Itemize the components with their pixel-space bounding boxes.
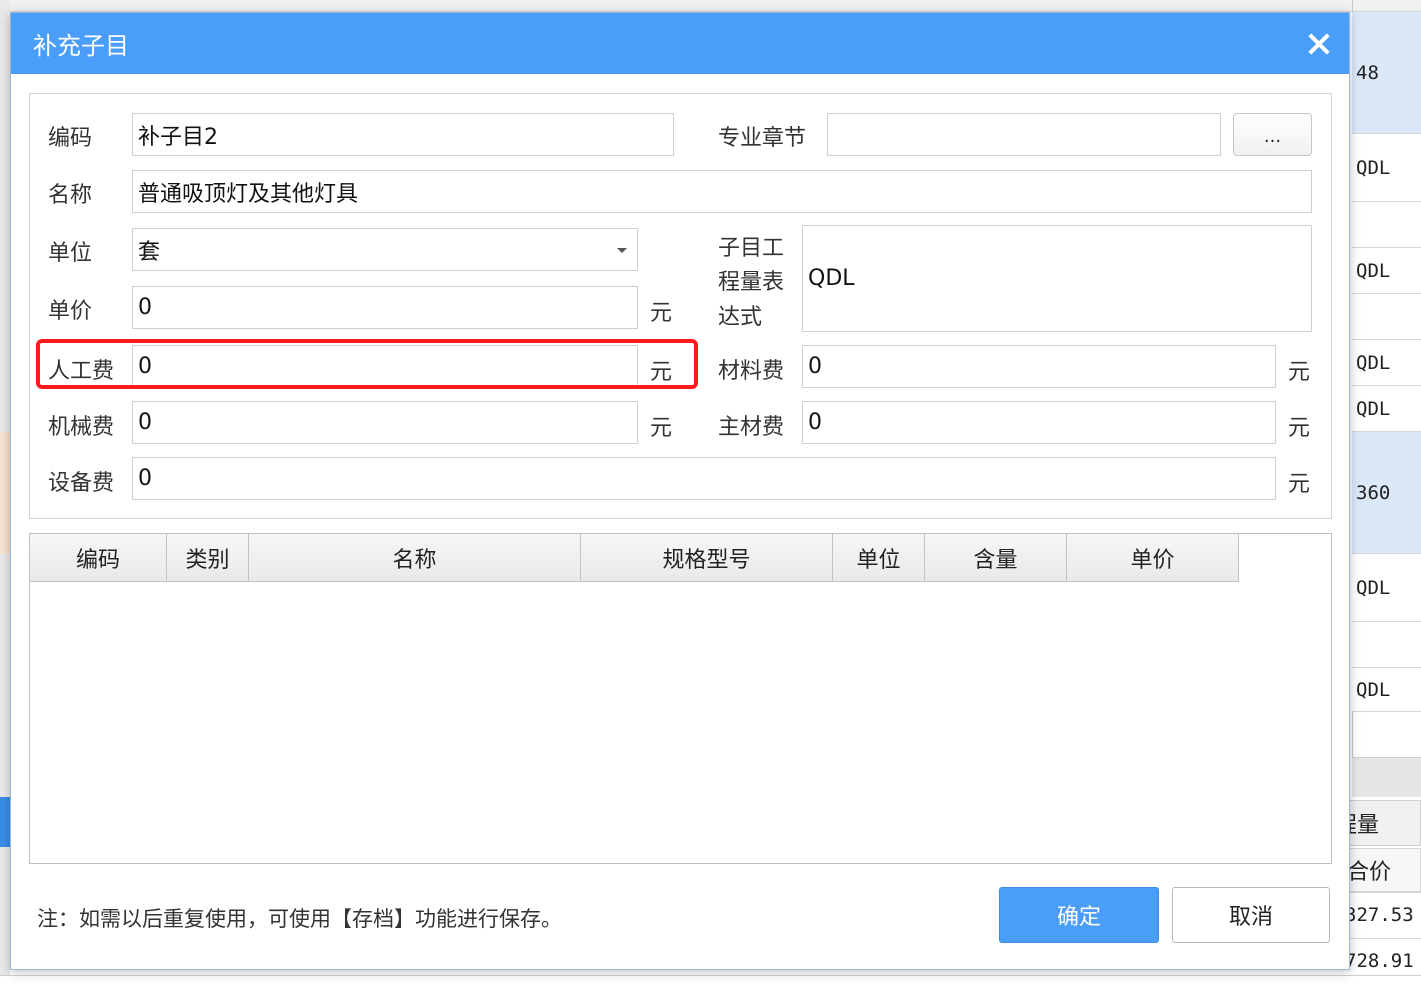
name-input[interactable]: 普通吸顶灯及其他灯具 (132, 170, 1312, 213)
background-cell (1352, 622, 1421, 668)
quantity-expression-input[interactable]: QDL (802, 225, 1312, 332)
archive-note: 注：如需以后重复使用，可使用【存档】功能进行保存。 (37, 907, 562, 931)
grid-header-name[interactable]: 名称 (249, 534, 581, 582)
close-icon[interactable] (1307, 32, 1331, 56)
ok-button[interactable]: 确定 (999, 887, 1159, 943)
background-cell: QDL (1352, 248, 1421, 294)
unit-price-input[interactable]: 0 (132, 286, 638, 329)
code-input[interactable]: 补子目2 (132, 113, 674, 156)
machine-cost-label: 机械费 (48, 415, 115, 440)
unit-price-label: 单价 (48, 299, 93, 324)
chapter-browse-button[interactable]: ... (1233, 113, 1312, 156)
material-cost-input[interactable]: 0 (802, 345, 1276, 388)
background-left-tab (0, 797, 10, 847)
background-cell: QDL (1352, 554, 1421, 622)
background-value-text: 327.53 (1345, 903, 1414, 926)
dialog-titlebar[interactable]: 补充子目 (11, 13, 1349, 74)
labor-cost-label: 人工费 (48, 359, 115, 384)
unit-label: 单位 (48, 241, 93, 266)
background-cell (1352, 202, 1421, 248)
main-material-cost-input[interactable]: 0 (802, 401, 1276, 444)
grid-header-spec[interactable]: 规格型号 (581, 534, 833, 582)
background-cell: 48 (1352, 12, 1421, 134)
background-cell-text: QDL (1356, 397, 1391, 420)
background-toolbar (0, 0, 1421, 12)
background-cell: QDL (1352, 340, 1421, 386)
background-cell-text: QDL (1356, 678, 1391, 701)
expression-label-line2: 程量表 (718, 270, 785, 295)
background-scrollbar (1352, 757, 1421, 797)
equipment-cost-label: 设备费 (48, 471, 115, 496)
labor-cost-currency: 元 (650, 360, 673, 385)
grid-header-code[interactable]: 编码 (30, 534, 167, 582)
background-bottom-row (0, 975, 1421, 1002)
background-cell: QDL (1352, 134, 1421, 202)
grid-header-category[interactable]: 类别 (167, 534, 249, 582)
unit-select[interactable]: 套 (132, 228, 638, 271)
background-cell-text: QDL (1356, 351, 1391, 374)
background-left-highlight (0, 432, 10, 554)
main-material-cost-currency: 元 (1288, 416, 1311, 441)
chevron-down-icon[interactable] (617, 248, 627, 253)
unit-select-value: 套 (138, 239, 161, 265)
supplement-item-dialog: 补充子目 编码 补子目2 专业章节 ... 名称 普通吸顶灯及其他灯具 单位 套… (10, 12, 1350, 970)
equipment-cost-input[interactable]: 0 (132, 457, 1276, 500)
background-subheader-text: 合价 (1347, 860, 1392, 885)
background-cell-text: QDL (1356, 259, 1391, 282)
background-value-text: 728.91 (1345, 949, 1414, 972)
background-value-cell: 327.53 (1345, 892, 1421, 936)
material-cost-label: 材料费 (718, 359, 785, 384)
form-panel: 编码 补子目2 专业章节 ... 名称 普通吸顶灯及其他灯具 单位 套 子目工 … (29, 93, 1332, 519)
grid-header-unit[interactable]: 单位 (833, 534, 925, 582)
expression-label-line3: 达式 (718, 305, 763, 330)
background-cell-text: 48 (1356, 61, 1379, 84)
grid-header-row: 编码 类别 名称 规格型号 单位 含量 单价 (30, 534, 1239, 582)
chapter-label: 专业章节 (718, 126, 807, 151)
labor-cost-input[interactable]: 0 (132, 345, 638, 388)
background-cell (1352, 294, 1421, 340)
machine-cost-currency: 元 (650, 416, 673, 441)
chapter-input[interactable] (827, 113, 1221, 156)
resource-grid: 编码 类别 名称 规格型号 单位 含量 单价 (29, 533, 1332, 864)
background-cell-text: QDL (1356, 156, 1391, 179)
background-cell: QDL (1352, 668, 1421, 712)
equipment-cost-currency: 元 (1288, 472, 1311, 497)
code-label: 编码 (48, 126, 93, 151)
grid-header-quantity[interactable]: 含量 (925, 534, 1067, 582)
background-cell: QDL (1352, 386, 1421, 432)
grid-header-unit-price[interactable]: 单价 (1067, 534, 1239, 582)
unit-price-currency: 元 (650, 301, 673, 326)
background-cell: 360 (1352, 432, 1421, 554)
main-material-cost-label: 主材费 (718, 415, 785, 440)
dialog-title: 补充子目 (33, 32, 129, 60)
machine-cost-input[interactable]: 0 (132, 401, 638, 444)
expression-label-line1: 子目工 (718, 236, 785, 261)
background-cell-text: 360 (1356, 481, 1391, 504)
cancel-button[interactable]: 取消 (1172, 887, 1330, 943)
material-cost-currency: 元 (1288, 360, 1311, 385)
background-cell-text: QDL (1356, 576, 1391, 599)
name-label: 名称 (48, 183, 93, 208)
